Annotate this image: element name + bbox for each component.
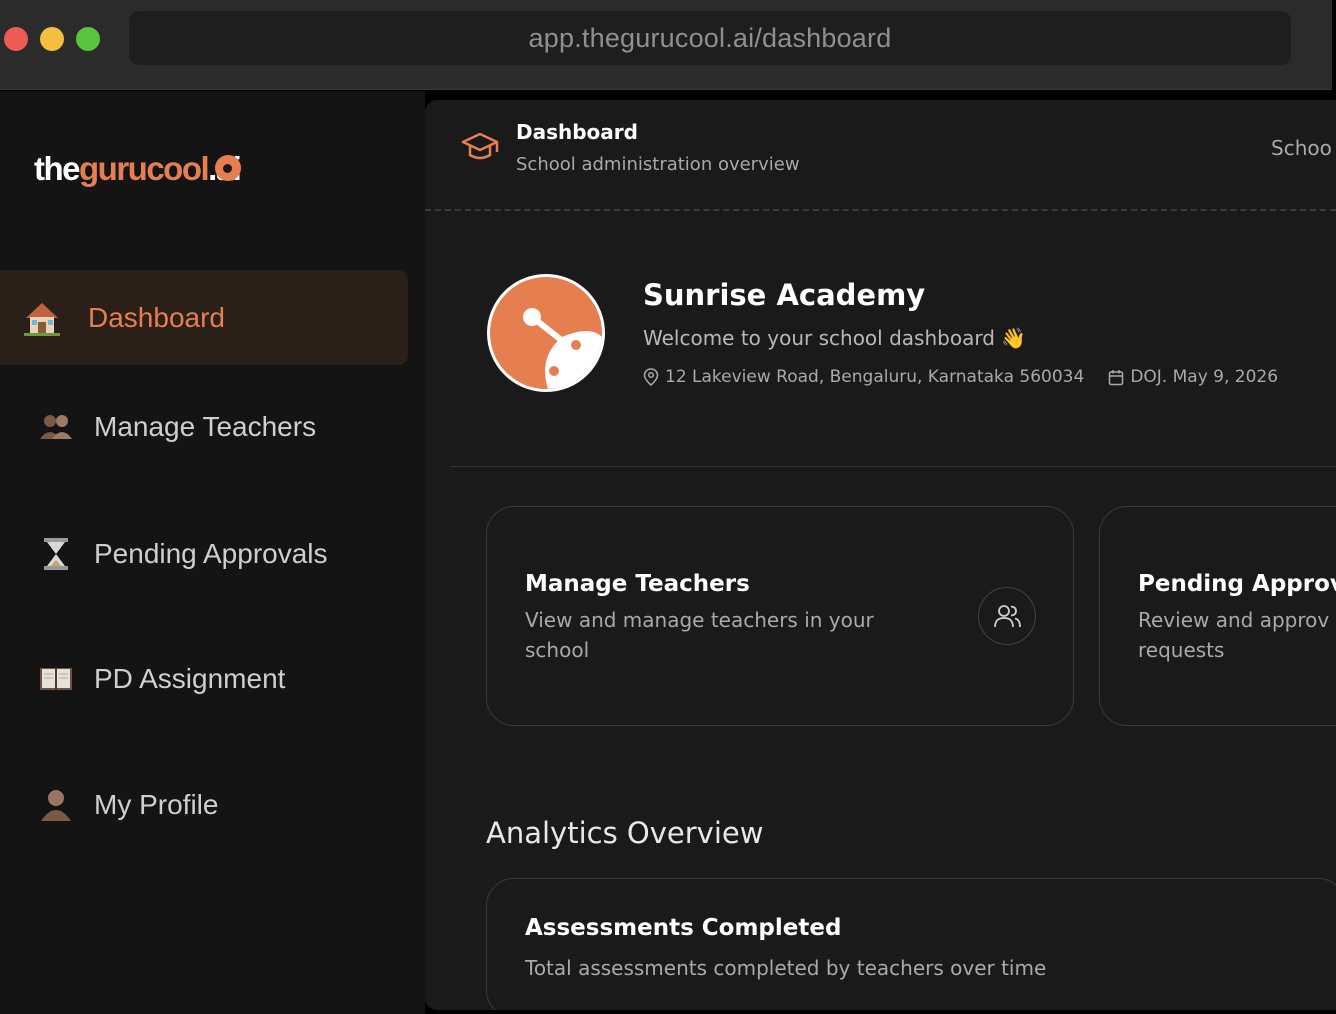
welcome-message: Welcome to your school dashboard 👋 bbox=[643, 326, 1027, 350]
page-header: Dashboard School administration overview… bbox=[425, 100, 1336, 211]
panel-title: Assessments Completed bbox=[525, 915, 842, 941]
close-window-button[interactable] bbox=[4, 27, 28, 51]
sidebar-item-pd-assignment[interactable]: PD Assignment bbox=[0, 631, 408, 726]
sidebar-item-label: Dashboard bbox=[88, 301, 225, 333]
analytics-section-title: Analytics Overview bbox=[486, 816, 764, 850]
assessments-completed-panel: Assessments Completed Total assessments … bbox=[486, 878, 1336, 1010]
page-title: Dashboard bbox=[516, 120, 638, 144]
school-name: Sunrise Academy bbox=[643, 278, 926, 312]
minimize-window-button[interactable] bbox=[40, 27, 64, 51]
sidebar-item-label: Manage Teachers bbox=[94, 410, 317, 442]
maximize-window-button[interactable] bbox=[76, 27, 100, 51]
panel-subtitle: Total assessments completed by teachers … bbox=[525, 956, 1047, 980]
main-content: Dashboard School administration overview… bbox=[425, 100, 1336, 1010]
card-description: View and manage teachers in your school bbox=[525, 608, 874, 662]
location-pin-icon bbox=[643, 368, 659, 386]
page-subtitle: School administration overview bbox=[516, 154, 800, 175]
logo-badge-icon bbox=[215, 155, 241, 181]
sidebar-item-label: My Profile bbox=[94, 788, 219, 820]
card-description: Review and approv requests bbox=[1138, 608, 1330, 662]
logo-text-the: the bbox=[34, 150, 81, 187]
card-title: Pending Approv bbox=[1138, 571, 1336, 597]
sidebar-item-my-profile[interactable]: My Profile bbox=[0, 757, 408, 852]
sidebar-item-label: Pending Approvals bbox=[94, 537, 328, 569]
manage-teachers-card[interactable]: Manage Teachers View and manage teachers… bbox=[486, 506, 1074, 726]
school-avatar bbox=[487, 274, 605, 392]
header-school-label: Schoo bbox=[1271, 136, 1332, 160]
sidebar-item-manage-teachers[interactable]: Manage Teachers bbox=[0, 379, 408, 474]
brand-logo[interactable]: thegurucool.ai bbox=[34, 150, 242, 188]
users-icon[interactable] bbox=[978, 587, 1036, 645]
url-text: app.thegurucool.ai/dashboard bbox=[528, 22, 892, 53]
sidebar-item-label: PD Assignment bbox=[94, 662, 286, 694]
graduation-cap-icon bbox=[461, 130, 499, 168]
browser-chrome: app.thegurucool.ai/dashboard bbox=[0, 0, 1332, 90]
school-doj: DOJ. May 9, 2026 bbox=[1130, 367, 1279, 387]
school-address: 12 Lakeview Road, Bengaluru, Karnataka 5… bbox=[665, 367, 1085, 387]
divider bbox=[450, 466, 1336, 467]
hourglass-icon bbox=[36, 534, 76, 574]
sidebar-item-dashboard[interactable]: Dashboard bbox=[0, 270, 408, 365]
sidebar: thegurucool.ai Dashboard Manage Teach bbox=[0, 91, 425, 1014]
logo-text-gurucool: gurucool bbox=[79, 150, 210, 187]
address-bar[interactable]: app.thegurucool.ai/dashboard bbox=[129, 11, 1291, 65]
card-title: Manage Teachers bbox=[525, 571, 750, 597]
book-icon bbox=[36, 659, 76, 699]
person-icon bbox=[36, 785, 76, 825]
school-meta: 12 Lakeview Road, Bengaluru, Karnataka 5… bbox=[643, 367, 1278, 387]
calendar-icon bbox=[1109, 369, 1124, 385]
pending-approvals-card[interactable]: Pending Approv Review and approv request… bbox=[1099, 506, 1336, 726]
sidebar-item-pending-approvals[interactable]: Pending Approvals bbox=[0, 506, 408, 601]
house-icon bbox=[22, 298, 62, 338]
people-icon bbox=[36, 407, 76, 447]
